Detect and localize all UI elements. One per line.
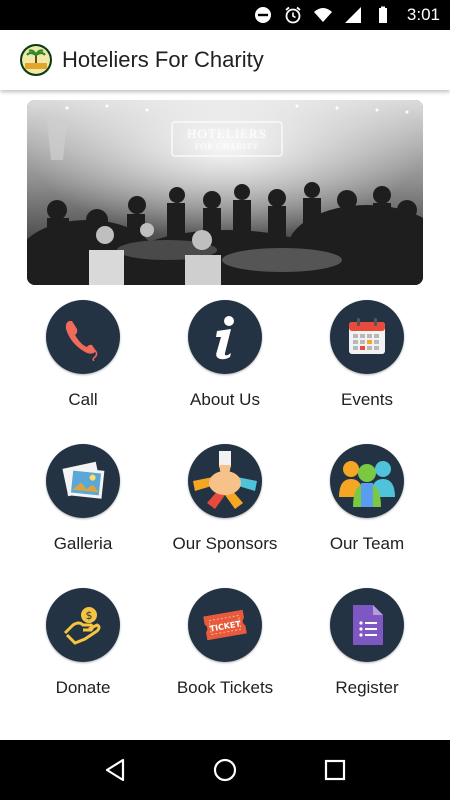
menu-item-donate[interactable]: $ Donate — [12, 588, 154, 718]
info-icon — [216, 316, 234, 360]
call-circle[interactable] — [46, 300, 120, 374]
calendar-icon — [349, 318, 385, 354]
wifi-icon — [313, 8, 332, 22]
our-team-circle[interactable] — [330, 444, 404, 518]
book-tickets-label: Book Tickets — [176, 678, 274, 697]
donate-circle[interactable]: $ — [46, 588, 120, 662]
our-sponsors-label: Our Sponsors — [172, 534, 278, 553]
status-time: 3:01 — [406, 5, 440, 24]
team-icon — [339, 461, 395, 507]
app-title: Hoteliers For Charity — [62, 47, 264, 72]
ticket-icon: TICKET — [203, 609, 247, 641]
menu-item-our-team[interactable]: Our Team — [296, 444, 438, 574]
menu-item-about-us[interactable]: About Us — [154, 300, 296, 430]
signal-icon — [344, 7, 361, 23]
banner-sign-text: HOTELIERS FOR CHARITY — [172, 126, 282, 151]
book-tickets-circle[interactable]: TICKET — [188, 588, 262, 662]
app-bar: Hoteliers For Charity — [0, 30, 450, 90]
register-circle[interactable] — [330, 588, 404, 662]
events-circle[interactable] — [330, 300, 404, 374]
menu-item-our-sponsors[interactable]: Our Sponsors — [154, 444, 296, 574]
banner-image: HOTELIERS FOR CHARITY — [27, 100, 423, 285]
status-bar: 3:01 — [0, 0, 450, 30]
about-us-circle[interactable] — [188, 300, 262, 374]
our-team-label: Our Team — [329, 534, 405, 553]
menu-item-events[interactable]: Events — [296, 300, 438, 430]
alarm-icon — [285, 6, 301, 24]
call-label: Call — [68, 390, 98, 409]
palm-tree-icon — [22, 46, 50, 74]
menu-item-book-tickets[interactable]: TICKET Book Tickets — [154, 588, 296, 718]
menu-item-call[interactable]: Call — [12, 300, 154, 430]
menu-item-register[interactable]: Register — [296, 588, 438, 718]
menu-item-galleria[interactable]: Galleria — [12, 444, 154, 574]
recents-button[interactable] — [315, 750, 355, 790]
home-icon — [213, 758, 237, 782]
about-us-label: About Us — [190, 390, 260, 409]
battery-icon — [378, 6, 387, 23]
back-button[interactable] — [95, 750, 135, 790]
galleria-label: Galleria — [53, 534, 113, 553]
banner-sign-subtitle: FOR CHARITY — [194, 142, 260, 151]
svg-text:$: $ — [86, 609, 93, 622]
do-not-disturb-icon — [254, 7, 271, 23]
status-icons: 3:01 — [253, 0, 440, 30]
phone-icon — [65, 321, 98, 361]
photos-icon — [62, 461, 105, 499]
recents-icon — [324, 759, 346, 781]
form-icon — [353, 605, 383, 645]
navigation-bar — [0, 740, 450, 800]
hands-together-icon — [193, 451, 257, 509]
banner-sign-title: HOTELIERS — [187, 126, 267, 141]
donate-label: Donate — [55, 678, 111, 697]
back-icon — [105, 758, 125, 782]
donate-icon: $ — [63, 607, 101, 645]
our-sponsors-circle[interactable] — [188, 444, 262, 518]
galleria-circle[interactable] — [46, 444, 120, 518]
events-label: Events — [341, 390, 393, 409]
register-label: Register — [335, 678, 399, 697]
home-button[interactable] — [205, 750, 245, 790]
app-logo — [20, 44, 52, 76]
